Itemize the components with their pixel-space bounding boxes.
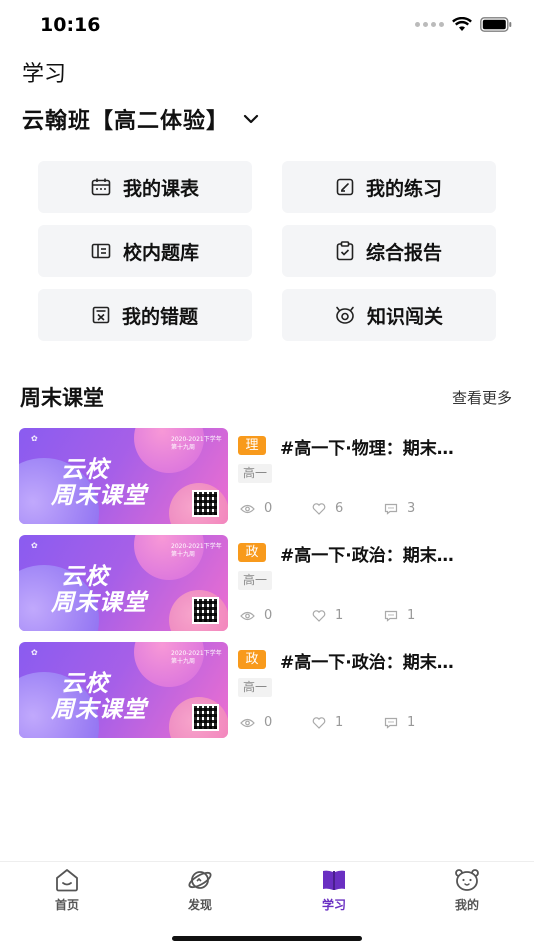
course-card[interactable]: ✿ 2020-2021下学年 第十九周 云校 周末课堂 政 #高一下·政治：期末…: [19, 642, 519, 738]
grid-item-label: 我的课表: [122, 177, 199, 200]
tab-label: 学习: [321, 898, 346, 912]
course-title: #高一下·政治：期末…: [280, 546, 454, 566]
grade-tag: 高一: [238, 464, 273, 483]
course-thumbnail: ✿ 2020-2021下学年 第十九周 云校 周末课堂: [19, 428, 228, 524]
grid-item-label: 综合报告: [365, 241, 442, 264]
course-stats: 0 6 3: [240, 501, 456, 516]
target-icon: [336, 306, 354, 324]
course-card[interactable]: ✿ 2020-2021下学年 第十九周 云校 周末课堂 政 #高一下·政治：期末…: [19, 535, 519, 631]
thumbnail-date: 2020-2021下学年 第十九周: [171, 543, 222, 558]
subject-badge: 政: [238, 650, 266, 669]
home-indicator[interactable]: [172, 936, 362, 941]
comment-count: 1: [407, 608, 416, 623]
qr-code-icon: [192, 704, 219, 731]
class-name: 云翰班【高二体验】: [22, 109, 230, 134]
subject-badge: 政: [238, 543, 266, 562]
cellular-signal-icon: [415, 22, 444, 27]
grid-item-label: 我的错题: [121, 305, 198, 328]
comprehensive-report-button[interactable]: 综合报告: [282, 225, 496, 277]
like-count: 1: [335, 715, 344, 730]
subject-badge: 理: [238, 436, 266, 455]
grid-item-label: 知识闯关: [366, 305, 443, 328]
clipboard-icon: [336, 241, 354, 261]
qr-code-icon: [192, 597, 219, 624]
school-question-bank-button[interactable]: 校内题库: [38, 225, 252, 277]
my-schedule-button[interactable]: 我的课表: [38, 161, 252, 213]
thumbnail-date: 2020-2021下学年 第十九周: [171, 436, 222, 451]
home-icon: [56, 869, 78, 892]
view-count: 0: [264, 715, 273, 730]
status-bar: 10:16: [0, 0, 534, 50]
my-mistakes-button[interactable]: 我的错题: [38, 289, 252, 341]
planet-icon: [188, 871, 212, 889]
wifi-icon: [452, 17, 472, 31]
heart-icon: [312, 609, 326, 622]
thumbnail-title-line2: 周末课堂: [51, 483, 147, 509]
thumbnail-date: 2020-2021下学年 第十九周: [171, 650, 222, 665]
tab-discover[interactable]: 发现: [160, 868, 240, 913]
section-title: 周末课堂: [20, 386, 104, 410]
knowledge-challenge-button[interactable]: 知识闯关: [282, 289, 496, 341]
tab-mine[interactable]: 我的: [427, 868, 507, 913]
ticket-icon: [91, 243, 111, 259]
error-book-icon: [92, 306, 110, 324]
calendar-icon: [91, 178, 111, 196]
course-title: #高一下·物理：期末…: [280, 439, 454, 459]
status-time: 10:16: [40, 14, 101, 36]
course-thumbnail: ✿ 2020-2021下学年 第十九周 云校 周末课堂: [19, 535, 228, 631]
course-title: #高一下·政治：期末…: [280, 653, 454, 673]
thumbnail-title-line2: 周末课堂: [51, 697, 147, 723]
page-title: 学习: [22, 62, 67, 87]
thumbnail-title-line2: 周末课堂: [51, 590, 147, 616]
grid-item-label: 校内题库: [122, 241, 199, 264]
eye-icon: [240, 718, 255, 727]
battery-icon: [480, 17, 512, 32]
like-count: 6: [335, 501, 344, 516]
my-practice-button[interactable]: 我的练习: [282, 161, 496, 213]
heart-icon: [312, 716, 326, 729]
tab-label: 首页: [54, 898, 79, 912]
school-logo-icon: ✿: [31, 648, 38, 657]
tab-study[interactable]: 学习: [294, 868, 374, 913]
comment-count: 3: [407, 501, 416, 516]
tab-label: 我的: [454, 898, 479, 912]
tab-home[interactable]: 首页: [27, 868, 107, 913]
status-indicators: [415, 17, 512, 32]
course-thumbnail: ✿ 2020-2021下学年 第十九周 云校 周末课堂: [19, 642, 228, 738]
course-stats: 0 1 1: [240, 715, 456, 730]
chevron-down-icon: [243, 114, 259, 124]
comment-icon: [384, 610, 398, 622]
comment-icon: [384, 717, 398, 729]
school-logo-icon: ✿: [31, 541, 38, 550]
comment-icon: [384, 503, 398, 515]
qr-code-icon: [192, 490, 219, 517]
heart-icon: [312, 502, 326, 515]
grade-tag: 高一: [238, 678, 273, 697]
grid-item-label: 我的练习: [365, 177, 442, 200]
book-icon: [323, 870, 345, 890]
class-selector[interactable]: 云翰班【高二体验】: [22, 103, 259, 135]
tab-label: 发现: [187, 898, 212, 912]
bear-face-icon: [455, 869, 479, 891]
eye-icon: [240, 611, 255, 620]
course-stats: 0 1 1: [240, 608, 456, 623]
edit-icon: [336, 178, 354, 196]
grade-tag: 高一: [238, 571, 273, 590]
eye-icon: [240, 504, 255, 513]
course-card[interactable]: ✿ 2020-2021下学年 第十九周 云校 周末课堂 理 #高一下·物理：期末…: [19, 428, 519, 524]
view-more-link[interactable]: 查看更多: [452, 387, 512, 408]
school-logo-icon: ✿: [31, 434, 38, 443]
view-count: 0: [264, 608, 273, 623]
like-count: 1: [335, 608, 344, 623]
comment-count: 1: [407, 715, 416, 730]
view-count: 0: [264, 501, 273, 516]
